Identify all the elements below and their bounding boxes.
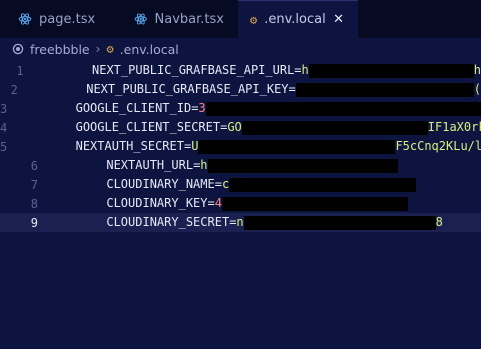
- code-editor[interactable]: 1 NEXT_PUBLIC_GRAFBASE_API_URL=h h 2 NEXT…: [0, 60, 481, 349]
- tab-env-local[interactable]: ⚙ .env.local ✕: [238, 0, 358, 38]
- redaction-bar: [243, 215, 436, 230]
- line-number: 7: [30, 177, 38, 192]
- line-number: 9: [30, 215, 38, 230]
- tab-page-tsx[interactable]: page.tsx: [0, 0, 116, 38]
- react-icon: [134, 13, 147, 25]
- line-number: 1: [16, 63, 24, 78]
- code-line-current[interactable]: 9 CLOUDINARY_SECRET=n 8: [0, 213, 481, 232]
- tab-label: Navbar.tsx: [154, 11, 224, 27]
- line-number: 3: [0, 101, 8, 116]
- tab-label: .env.local: [264, 12, 326, 27]
- gear-icon: ⚙: [250, 12, 258, 27]
- line-number: 6: [30, 158, 38, 173]
- folder-circle-icon: [12, 43, 24, 55]
- close-icon[interactable]: ✕: [333, 12, 344, 27]
- line-number: 4: [0, 120, 8, 135]
- env-value-tail: 8: [435, 215, 443, 230]
- tab-label: page.tsx: [39, 11, 96, 27]
- editor-tab-bar: page.tsx Navbar.tsx ⚙ .env.local ✕: [0, 0, 481, 38]
- line-number: 5: [0, 139, 8, 154]
- line-number: 8: [30, 196, 38, 211]
- tab-navbar-tsx[interactable]: Navbar.tsx: [116, 0, 238, 38]
- env-value-prefix: n: [236, 215, 244, 230]
- env-value-tail: F5cCnq2KLu/lA: [395, 139, 481, 154]
- env-key: CLOUDINARY_SECRET: [106, 215, 230, 230]
- react-icon: [18, 13, 32, 25]
